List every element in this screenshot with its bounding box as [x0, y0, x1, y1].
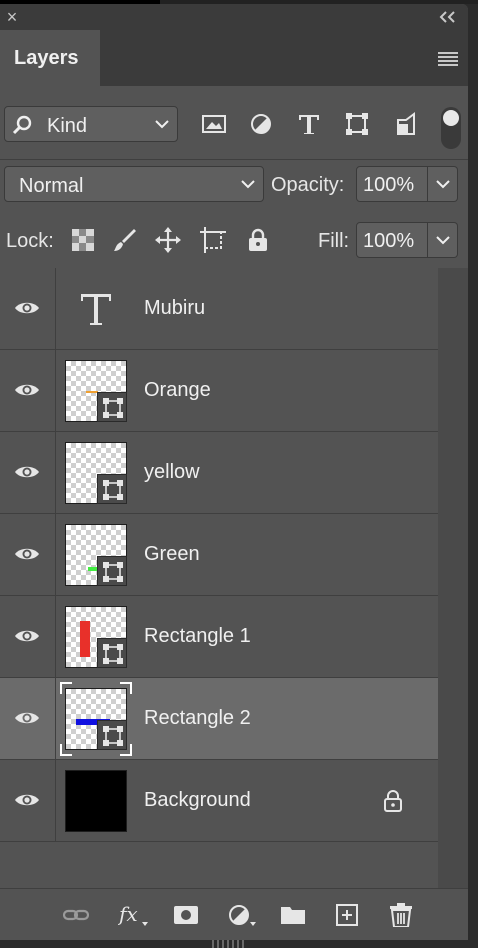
- fill-dropdown-button[interactable]: [428, 222, 458, 258]
- lock-position-icon[interactable]: [155, 227, 181, 253]
- shape-layer-icon: [103, 398, 123, 418]
- shape-layer-badge: [97, 556, 127, 586]
- panel-resize-grip[interactable]: [210, 940, 250, 948]
- layer-visibility-toggle[interactable]: [0, 350, 56, 432]
- layer-name: Background: [144, 789, 251, 811]
- layer-name: Orange: [144, 379, 211, 401]
- shape-layer-icon: [103, 562, 123, 582]
- fill-label: Fill:: [318, 230, 350, 252]
- layer-row-rectangle-2[interactable]: Rectangle 2: [0, 678, 438, 760]
- chevron-down-icon: [436, 236, 450, 245]
- fill-input[interactable]: 100%: [356, 222, 428, 258]
- layer-thumbnail: [65, 770, 127, 832]
- search-icon: [12, 115, 32, 135]
- chevron-down-icon: [436, 180, 450, 189]
- layers-panel: × Layers Kind Normal Opacity: 100% Lock:…: [0, 4, 468, 940]
- layer-row-orange[interactable]: Orange: [0, 350, 438, 432]
- lock-label: Lock:: [6, 230, 54, 252]
- eye-icon: [15, 384, 39, 396]
- shape-layer-badge: [97, 720, 127, 750]
- chevron-down-icon: [155, 120, 169, 129]
- blend-opacity-row: Normal Opacity: 100%: [0, 160, 468, 216]
- layers-list: Mubiru Orange yellow Green Rectangle 1 R…: [0, 268, 438, 888]
- type-filter-icon[interactable]: [297, 112, 321, 136]
- eye-icon: [15, 630, 39, 642]
- shape-layer-icon: [103, 644, 123, 664]
- layer-visibility-toggle[interactable]: [0, 514, 56, 596]
- layer-row-mubiru[interactable]: Mubiru: [0, 268, 438, 350]
- filter-kind-select[interactable]: Kind: [4, 106, 178, 142]
- lock-artboard-icon[interactable]: [200, 227, 226, 253]
- layer-name: Rectangle 2: [144, 707, 251, 729]
- layer-row-green[interactable]: Green: [0, 514, 438, 596]
- text-layer-icon: [81, 294, 111, 325]
- opacity-label: Opacity:: [271, 174, 345, 196]
- lock-transparent-pixels-icon[interactable]: [70, 227, 96, 253]
- shape-layer-badge: [97, 638, 127, 668]
- chevron-down-icon: [241, 180, 255, 189]
- layer-thumbnail: [65, 360, 127, 422]
- adjustment-filter-icon[interactable]: [249, 112, 273, 136]
- layer-visibility-toggle[interactable]: [0, 760, 56, 842]
- layer-visibility-toggle[interactable]: [0, 596, 56, 678]
- eye-icon: [15, 466, 39, 478]
- shape-filter-icon[interactable]: [345, 112, 369, 136]
- eye-icon: [15, 302, 39, 314]
- layer-style-fx-icon[interactable]: fx: [118, 903, 152, 927]
- layer-thumbnail: [65, 606, 127, 668]
- lock-all-icon[interactable]: [245, 227, 271, 253]
- link-layers-icon[interactable]: [63, 903, 89, 927]
- smart-object-filter-icon[interactable]: [394, 112, 418, 136]
- layer-visibility-toggle[interactable]: [0, 432, 56, 514]
- layer-filter-row: Kind: [0, 86, 468, 160]
- layer-thumbnail: [65, 442, 127, 504]
- layer-thumbnail: [65, 524, 127, 586]
- opacity-input[interactable]: 100%: [356, 166, 428, 202]
- shape-layer-icon: [103, 480, 123, 500]
- panel-tabbar: Layers: [0, 30, 468, 86]
- layer-visibility-toggle[interactable]: [0, 678, 56, 760]
- filter-kind-label: Kind: [47, 115, 88, 137]
- opacity-dropdown-button[interactable]: [428, 166, 458, 202]
- collapse-panel-icon[interactable]: [438, 10, 458, 24]
- image-filter-icon[interactable]: [202, 112, 226, 136]
- eye-icon: [15, 548, 39, 560]
- new-group-folder-icon[interactable]: [280, 903, 306, 927]
- layers-scrollbar[interactable]: [438, 268, 468, 888]
- layer-row-yellow[interactable]: yellow: [0, 432, 438, 514]
- layer-name: Rectangle 1: [144, 625, 251, 647]
- red-rectangle-swatch: [80, 621, 90, 657]
- tab-layers[interactable]: Layers: [0, 30, 100, 86]
- shape-layer-badge: [97, 474, 127, 504]
- layer-row-background[interactable]: Background: [0, 760, 438, 842]
- layer-name: yellow: [144, 461, 200, 483]
- shape-layer-icon: [103, 726, 123, 746]
- add-mask-icon[interactable]: [173, 903, 199, 927]
- layer-thumbnail: [65, 688, 127, 750]
- new-adjustment-layer-icon[interactable]: [227, 903, 259, 927]
- panel-menu-icon[interactable]: [438, 52, 458, 66]
- layer-name: Mubiru: [144, 297, 206, 319]
- layers-bottom-toolbar: fx: [0, 888, 468, 940]
- layer-name: Green: [144, 543, 200, 565]
- svg-text:fx: fx: [118, 903, 138, 926]
- blend-mode-value: Normal: [19, 175, 84, 197]
- filter-toggle-knob: [443, 110, 459, 126]
- layer-row-rectangle-1[interactable]: Rectangle 1: [0, 596, 438, 678]
- lock-image-pixels-icon[interactable]: [112, 227, 138, 253]
- filter-toggle-switch[interactable]: [441, 107, 461, 149]
- blend-mode-select[interactable]: Normal: [4, 166, 264, 202]
- shape-layer-badge: [97, 392, 127, 422]
- layer-locked-icon[interactable]: [382, 790, 404, 812]
- layer-visibility-toggle[interactable]: [0, 268, 56, 350]
- close-panel-button[interactable]: ×: [4, 8, 20, 26]
- new-layer-icon[interactable]: [334, 903, 360, 927]
- panel-titlebar: ×: [0, 4, 468, 30]
- lock-fill-row: Lock: Fill: 100%: [0, 216, 468, 272]
- delete-layer-trash-icon[interactable]: [388, 903, 414, 927]
- eye-icon: [15, 712, 39, 724]
- eye-icon: [15, 794, 39, 806]
